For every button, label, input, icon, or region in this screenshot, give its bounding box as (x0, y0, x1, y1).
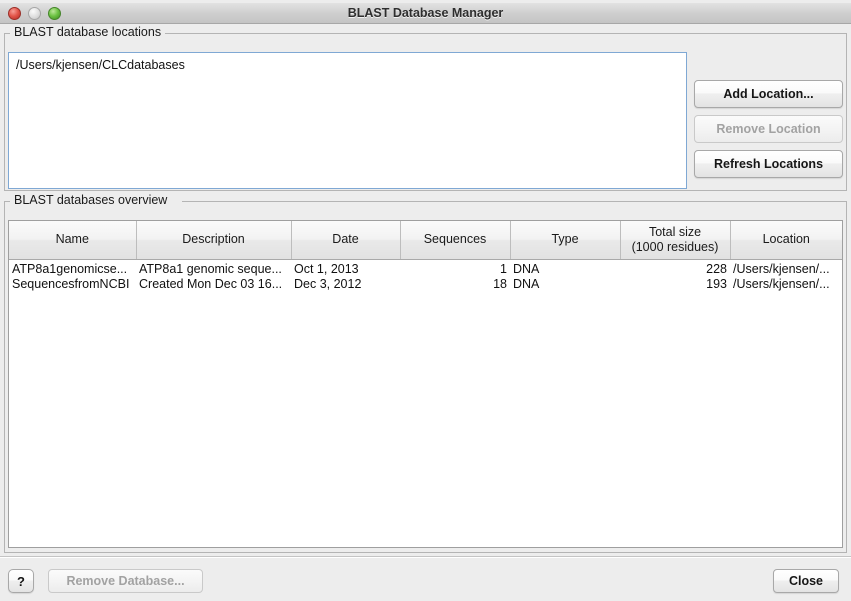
cell-name: SequencesfromNCBI (9, 276, 136, 292)
cell-location: /Users/kjensen/... (730, 259, 842, 276)
column-header-label: Date (332, 232, 358, 246)
blast-database-manager-window: BLAST Database Manager BLAST database lo… (0, 0, 851, 601)
cell-total-size: 193 (620, 276, 730, 292)
cell-date: Dec 3, 2012 (291, 276, 400, 292)
dialog-content: BLAST database locations /Users/kjensen/… (0, 24, 851, 601)
add-location-button[interactable]: Add Location... (694, 80, 843, 108)
cell-description: Created Mon Dec 03 16... (136, 276, 291, 292)
cell-type: DNA (510, 259, 620, 276)
remove-database-button[interactable]: Remove Database... (48, 569, 203, 593)
column-header-location[interactable]: Location (730, 221, 842, 259)
column-header-label: Name (56, 232, 89, 246)
cell-total-size: 228 (620, 259, 730, 276)
column-header-sublabel: (1000 residues) (623, 240, 728, 255)
refresh-locations-button[interactable]: Refresh Locations (694, 150, 843, 178)
column-header-label: Type (551, 232, 578, 246)
cell-date: Oct 1, 2013 (291, 259, 400, 276)
cell-sequences: 1 (400, 259, 510, 276)
cell-sequences: 18 (400, 276, 510, 292)
list-item[interactable]: /Users/kjensen/CLCdatabases (10, 54, 685, 73)
remove-location-button[interactable]: Remove Location (694, 115, 843, 143)
window-title: BLAST Database Manager (0, 3, 851, 24)
cell-location: /Users/kjensen/... (730, 276, 842, 292)
table-header-row: Name Description Date Sequences (9, 221, 842, 259)
column-header-description[interactable]: Description (136, 221, 291, 259)
window-titlebar[interactable]: BLAST Database Manager (0, 3, 851, 24)
dialog-footer: ? Remove Database... Close (0, 557, 851, 601)
databases-table-container[interactable]: Name Description Date Sequences (8, 220, 843, 548)
close-button[interactable]: Close (773, 569, 839, 593)
table-row[interactable]: ATP8a1genomicse... ATP8a1 genomic seque.… (9, 259, 842, 276)
table-row[interactable]: SequencesfromNCBI Created Mon Dec 03 16.… (9, 276, 842, 292)
database-locations-list[interactable]: /Users/kjensen/CLCdatabases (8, 52, 687, 189)
databases-table: Name Description Date Sequences (9, 221, 842, 292)
column-header-type[interactable]: Type (510, 221, 620, 259)
column-header-name[interactable]: Name (9, 221, 136, 259)
cell-name: ATP8a1genomicse... (9, 259, 136, 276)
column-header-label: Location (763, 232, 810, 246)
column-header-sequences[interactable]: Sequences (400, 221, 510, 259)
locations-group-title: BLAST database locations (10, 25, 165, 39)
column-header-label: Description (182, 232, 245, 246)
column-header-label: Sequences (424, 232, 487, 246)
blast-databases-overview-group: BLAST databases overview (4, 201, 847, 553)
cell-description: ATP8a1 genomic seque... (136, 259, 291, 276)
databases-table-body: ATP8a1genomicse... ATP8a1 genomic seque.… (9, 259, 842, 292)
column-header-total-size[interactable]: Total size (1000 residues) (620, 221, 730, 259)
cell-type: DNA (510, 276, 620, 292)
help-button[interactable]: ? (8, 569, 34, 593)
overview-group-title: BLAST databases overview (10, 193, 171, 207)
blast-database-locations-group: BLAST database locations /Users/kjensen/… (4, 33, 847, 191)
column-header-label: Total size (649, 225, 701, 239)
column-header-date[interactable]: Date (291, 221, 400, 259)
